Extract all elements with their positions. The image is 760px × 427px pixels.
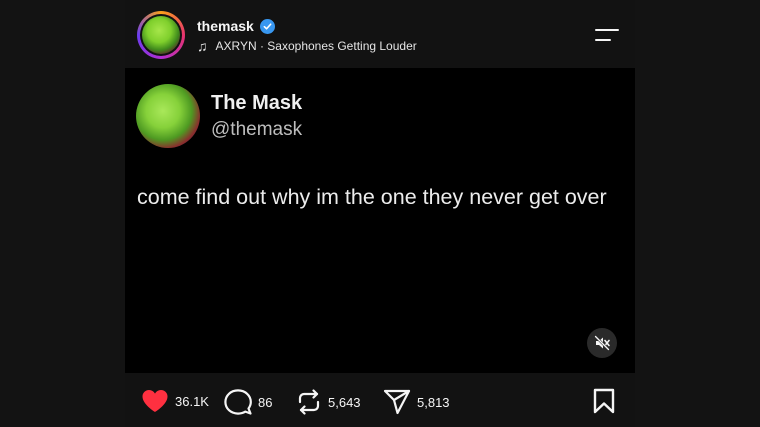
post-content: The Mask @themask come find out why im t… bbox=[125, 68, 635, 373]
story-avatar[interactable] bbox=[137, 11, 185, 59]
menu-icon[interactable] bbox=[595, 27, 619, 43]
music-info[interactable]: ♫ AXRYN · Saxophones Getting Louder bbox=[197, 39, 417, 53]
share-button[interactable]: 5,813 bbox=[383, 389, 450, 415]
post-header: themask ♫ AXRYN · Saxophones Getting Lou… bbox=[125, 0, 635, 68]
verified-badge-icon bbox=[259, 18, 275, 34]
display-name: The Mask bbox=[211, 92, 303, 114]
comment-button[interactable]: 86 bbox=[224, 389, 272, 415]
right-backdrop bbox=[635, 0, 760, 427]
post-text: come find out why im the one they never … bbox=[137, 185, 607, 209]
repost-button[interactable]: 5,643 bbox=[296, 389, 361, 415]
action-bar: 36.1K 86 5,643 5,813 bbox=[125, 373, 635, 427]
author-avatar bbox=[136, 84, 200, 148]
repost-count: 5,643 bbox=[328, 394, 361, 410]
bookmark-button[interactable] bbox=[593, 388, 615, 419]
like-button[interactable]: 36.1K bbox=[141, 389, 209, 413]
comment-count: 86 bbox=[258, 394, 273, 410]
repost-icon bbox=[298, 389, 320, 415]
music-note-icon: ♫ bbox=[197, 38, 208, 54]
share-icon bbox=[383, 389, 411, 415]
music-label: AXRYN · Saxophones Getting Louder bbox=[215, 39, 417, 53]
username-row: themask bbox=[197, 18, 275, 34]
share-count: 5,813 bbox=[417, 394, 450, 410]
like-count: 36.1K bbox=[175, 393, 209, 409]
avatar-image bbox=[142, 16, 180, 54]
bookmark-icon bbox=[593, 388, 615, 414]
mute-icon[interactable] bbox=[587, 328, 617, 358]
heart-icon bbox=[142, 390, 168, 412]
post-frame: themask ♫ AXRYN · Saxophones Getting Lou… bbox=[125, 0, 635, 427]
username[interactable]: themask bbox=[197, 18, 254, 34]
left-backdrop bbox=[0, 0, 125, 427]
comment-icon bbox=[224, 389, 252, 415]
author-handle: @themask bbox=[211, 119, 303, 140]
